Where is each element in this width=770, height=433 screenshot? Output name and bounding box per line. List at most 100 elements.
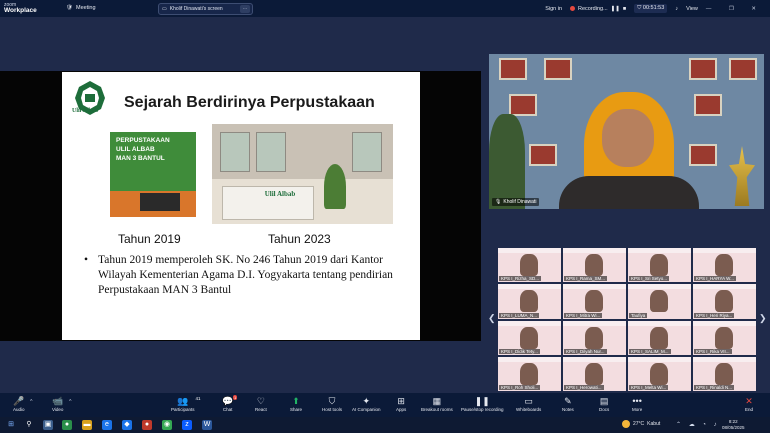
participant-person [650, 362, 668, 385]
ai-companion-label: AI Companion [352, 407, 381, 412]
participant-tile[interactable]: KPS I_Melta Wi... [628, 356, 691, 391]
clock[interactable]: 8:22 08/05/2025 [722, 419, 745, 431]
word-icon[interactable]: W [202, 420, 212, 430]
gallery-next-arrow-icon[interactable]: ❯ [759, 313, 767, 324]
participant-person [715, 290, 733, 313]
photo-2023-window [220, 132, 250, 172]
participant-tile[interactable]: KPS I_Rinaldi N... [693, 356, 756, 391]
app-icon[interactable]: ● [142, 420, 152, 430]
participant-tile[interactable]: Taufiya [628, 284, 691, 319]
speaker-body [559, 176, 699, 209]
windows-start-icon[interactable]: ⊞ [6, 420, 16, 430]
presentation-slide: Ulil Albab Sejarah Berdirinya Perpustaka… [62, 72, 420, 340]
stop-icon[interactable]: ■ [623, 6, 626, 12]
whiteboards-button[interactable]: ▭ Whiteboards [516, 395, 541, 412]
zoom-app-icon[interactable]: z [182, 420, 192, 430]
shield-icon: 🛡 [66, 5, 73, 11]
participant-tile[interactable]: KPS I_Herowati... [563, 356, 626, 391]
participant-tile[interactable]: KPS I_Didik Tety... [498, 320, 561, 355]
participant-tile[interactable]: KPS I_Sri Setyo... [628, 248, 691, 283]
mute-icon[interactable]: ♪ [675, 6, 678, 12]
search-icon[interactable]: ⚲ [24, 420, 34, 430]
video-label: Video [52, 407, 64, 412]
screen-share-pill[interactable]: ▭ Kholif Dinawati's screen ⋯ [158, 3, 253, 15]
share-label: Share [290, 407, 303, 412]
mic-on-icon: 🎙 [495, 199, 502, 205]
notes-button[interactable]: ✎ Notes [562, 395, 574, 412]
pause-stop-recording-button[interactable]: ❚❚ Pause/stop recording [461, 395, 504, 412]
participant-tile[interactable]: KPS I_Rama_SM... [563, 248, 626, 283]
participant-person [715, 326, 733, 349]
store-icon[interactable]: ◆ [122, 420, 132, 430]
wall-panel [694, 94, 722, 116]
ai-companion-button[interactable]: ✦ AI Companion [352, 395, 381, 412]
trophy-icon [729, 146, 755, 206]
view-button[interactable]: View [686, 6, 698, 12]
photo-2023-window [352, 132, 382, 172]
participant-tile[interactable]: KPS I_HARYA W... [693, 248, 756, 283]
wall-panel [729, 58, 757, 80]
react-button[interactable]: ♡ React [255, 395, 267, 412]
signin-link[interactable]: Sign in [545, 6, 562, 12]
tile-banner [563, 356, 626, 362]
video-camera-icon: 📹 [52, 396, 64, 406]
system-tray-icons[interactable]: ⌃ ☁ ◔ ♪ [676, 421, 720, 428]
monitor-icon: ▭ [162, 6, 167, 12]
host-tools-button[interactable]: ⛉ Host tools [322, 395, 342, 412]
participant-tile[interactable]: KPS I_Roh Sholi... [498, 356, 561, 391]
weather-temp: 27°C [633, 421, 645, 427]
meeting-tab[interactable]: 🛡 Meeting [66, 5, 96, 11]
tile-banner [563, 320, 626, 326]
breakout-rooms-button[interactable]: ▦ Breakout rooms [421, 395, 453, 412]
share-button[interactable]: ⬆ Share [290, 395, 302, 412]
participant-person [650, 326, 668, 349]
participant-tile[interactable]: KPS I_Rizha_SD... [498, 248, 561, 283]
photo-2019-sign-line: ULIL ALBAB [116, 146, 155, 153]
edge-browser-icon[interactable]: e [102, 420, 112, 430]
audio-button[interactable]: 🎤 Audio ^ [13, 395, 33, 412]
app-icon[interactable]: ● [62, 420, 72, 430]
participant-tile[interactable]: KPS I_Rika VII... [693, 320, 756, 355]
participant-tile[interactable]: KPS I_Heri Riya... [693, 284, 756, 319]
participant-gallery: KPS I_Rizha_SD... KPS I_Rama_SM... KPS I… [498, 248, 756, 391]
participants-button[interactable]: 👥 Participants 41 [171, 395, 201, 412]
meeting-controls: 🎤 Audio ^ 📹 Video ^ 👥 Participants 41 💬 … [0, 393, 770, 417]
title-bar-right: Sign in Recording... ❚❚ ■ ⛉ 00:51:53 ♪ V… [545, 4, 764, 13]
gallery-prev-arrow-icon[interactable]: ❮ [488, 313, 496, 324]
active-speaker-video[interactable]: 🎙 Kholif Dinawati [489, 54, 764, 209]
participant-name: KPS I_LUMA_N... [499, 312, 540, 318]
task-view-icon[interactable]: ▣ [43, 420, 53, 430]
view-options-icon[interactable]: ⋯ [240, 5, 250, 13]
chrome-icon[interactable]: ◉ [162, 420, 172, 430]
participant-tile[interactable]: KPS I_SALIM_M... [628, 320, 691, 355]
recording-indicator[interactable]: Recording... ❚❚ ■ [570, 6, 626, 12]
apps-icon: ⊞ [397, 396, 405, 406]
close-icon: ✕ [745, 396, 753, 406]
participant-tile[interactable]: KPS I_Dilyah Nur... [563, 320, 626, 355]
breakout-rooms-label: Breakout rooms [421, 407, 453, 412]
participant-person [585, 254, 603, 276]
end-button[interactable]: ✕ End [745, 395, 753, 412]
video-button[interactable]: 📹 Video ^ [52, 395, 71, 412]
tile-banner [693, 284, 756, 290]
end-label: End [745, 407, 754, 412]
more-button[interactable]: ••• More [632, 395, 642, 412]
pause-icon[interactable]: ❚❚ [611, 6, 620, 12]
caret-up-icon[interactable]: ^ [69, 399, 71, 405]
participant-person [715, 362, 733, 385]
apps-button[interactable]: ⊞ Apps [396, 395, 406, 412]
meeting-label: Meeting [75, 5, 96, 11]
tile-banner [498, 284, 561, 290]
file-explorer-icon[interactable]: ▬ [82, 420, 92, 430]
docs-label: Docs [599, 407, 610, 412]
weather-widget[interactable]: 27°C Kabut [622, 420, 660, 428]
chat-button[interactable]: 💬 Chat 1 [222, 395, 238, 412]
whiteboards-label: Whiteboards [516, 407, 542, 412]
docs-button[interactable]: ▤ Docs [599, 395, 609, 412]
window-controls[interactable]: — ❐ ✕ [706, 6, 764, 12]
participant-tile[interactable]: KPS I_Mitra Wi... [563, 284, 626, 319]
participant-tile[interactable]: KPS I_LUMA_N... [498, 284, 561, 319]
caret-up-icon[interactable]: ^ [30, 399, 32, 405]
apps-label: Apps [396, 407, 407, 412]
host-tools-label: Host tools [322, 407, 343, 412]
